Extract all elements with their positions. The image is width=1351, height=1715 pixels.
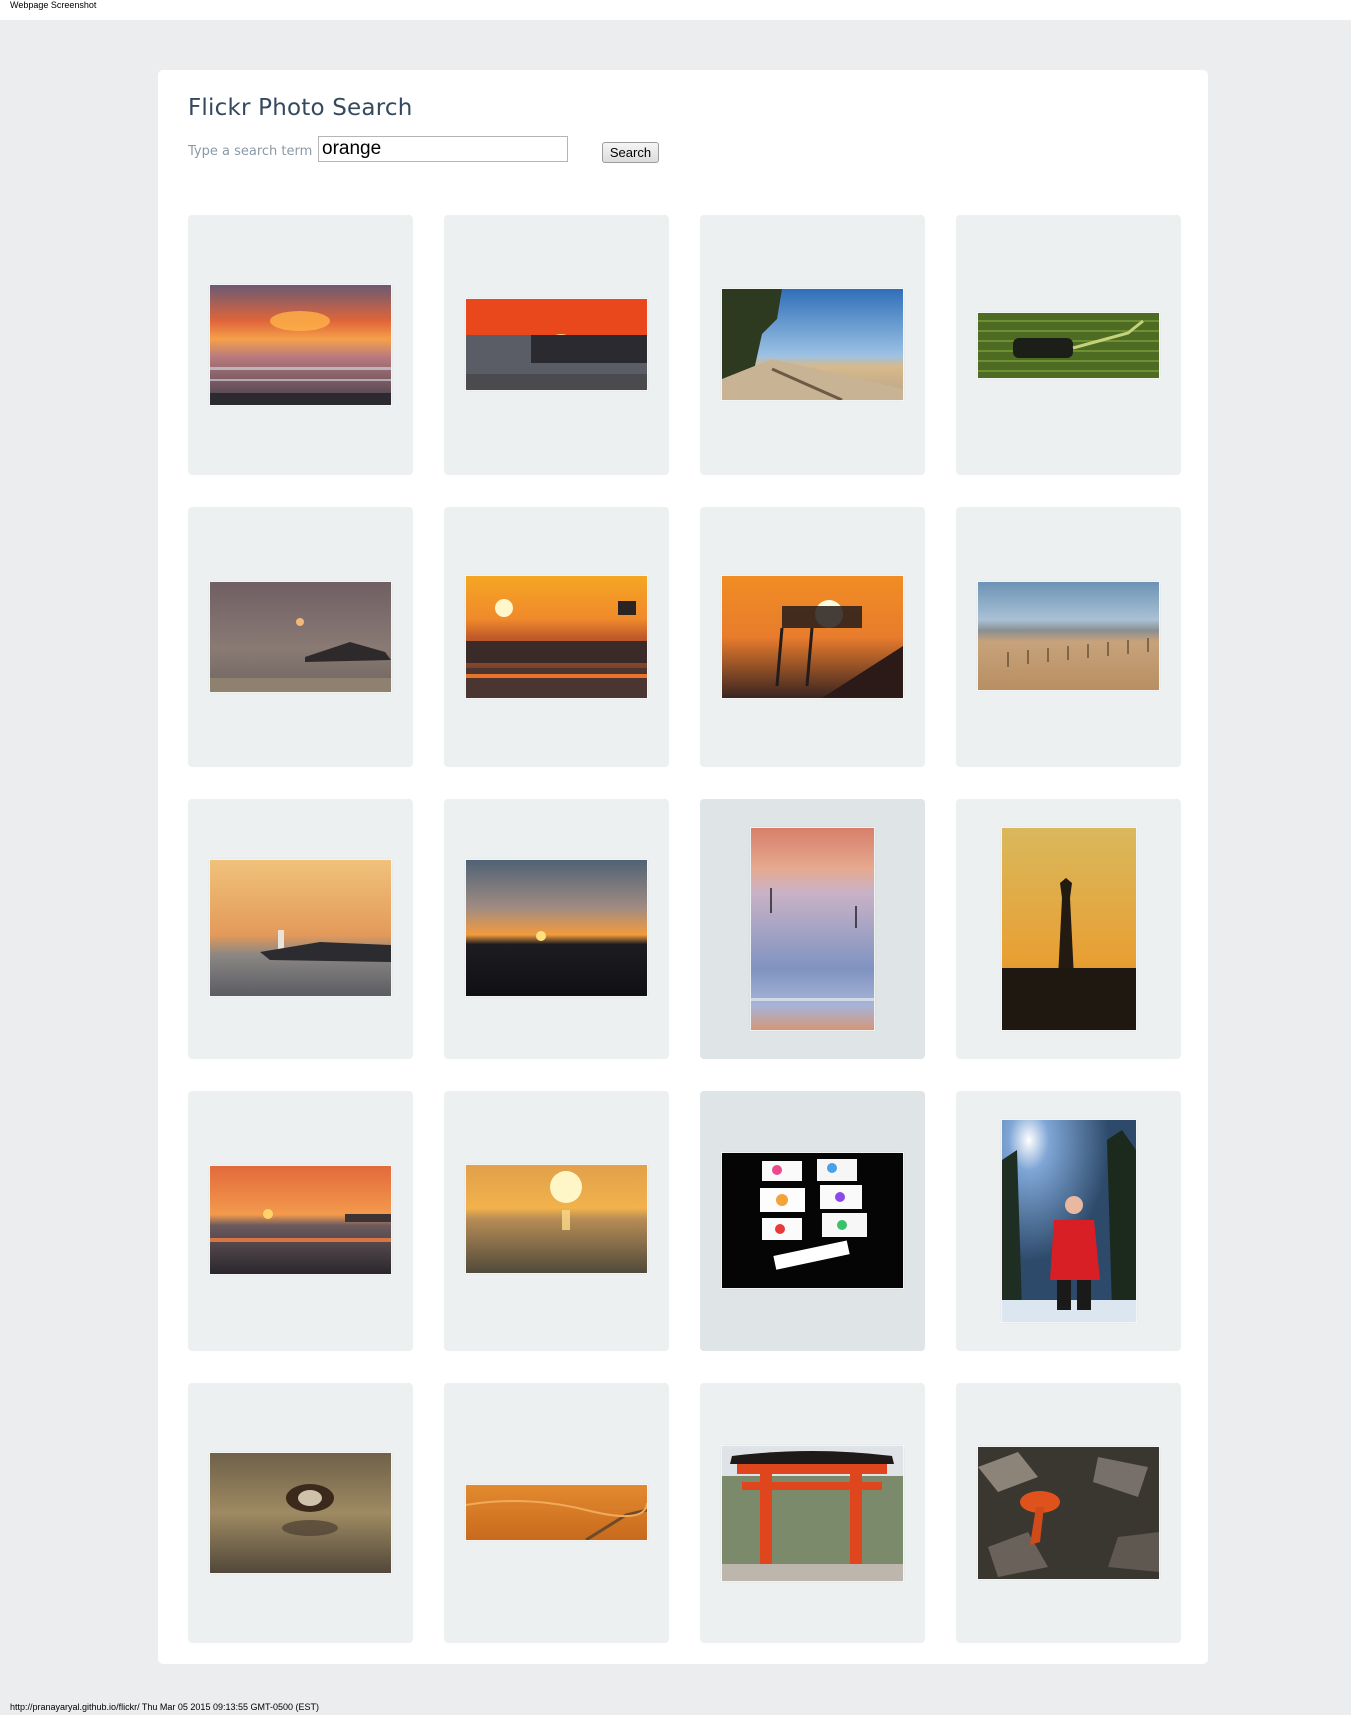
result-tile[interactable] [956,1383,1181,1643]
result-tile[interactable] [444,1091,669,1351]
browser-title: Webpage Screenshot [10,0,97,10]
photo-pastel-sea-buoy[interactable] [751,828,874,1030]
result-tile[interactable] [188,1383,413,1643]
photo-hazy-sunrise-fishing-hut[interactable] [210,582,391,692]
result-tile[interactable] [188,507,413,767]
search-input[interactable] [318,136,568,162]
result-tile[interactable] [188,215,413,475]
result-tile[interactable] [444,799,669,1059]
photo-orange-desert[interactable] [466,1485,647,1540]
page-title: Flickr Photo Search [188,95,413,121]
photo-sunset-harbor[interactable] [210,1166,391,1274]
search-label: Type a search term [188,144,313,159]
result-tile[interactable] [700,1383,925,1643]
result-tile[interactable] [700,215,925,475]
photo-sunset-sea-clouds[interactable] [210,285,391,405]
photo-colorful-cards[interactable] [722,1153,903,1288]
photo-pine-beach[interactable] [722,289,903,400]
photo-red-sunset-pier[interactable] [466,299,647,390]
browser-bar: Webpage Screenshot [0,0,1351,20]
footer-url: http://pranayaryal.github.io/flickr/ Thu… [10,1702,319,1712]
photo-beach-fence[interactable] [978,582,1159,690]
result-tile[interactable] [700,507,925,767]
photo-lighthouse-dusk[interactable] [210,860,391,996]
photo-green-fabric-object[interactable] [978,313,1159,378]
result-tile[interactable] [188,799,413,1059]
photo-golden-sun-beach[interactable] [466,1165,647,1273]
result-tile[interactable] [956,507,1181,767]
photo-duck-water[interactable] [210,1453,391,1573]
photo-orange-mushroom[interactable] [978,1447,1159,1579]
photo-torii-gate[interactable] [722,1446,903,1581]
photo-sun-fishing-hut[interactable] [466,576,647,698]
photo-sun-fishing-cabin[interactable] [722,576,903,698]
result-tile[interactable] [700,799,925,1059]
result-tile[interactable] [444,215,669,475]
result-tile[interactable] [444,507,669,767]
photo-lighthouse-silhouette[interactable] [1002,828,1136,1030]
result-tile[interactable] [188,1091,413,1351]
result-tile[interactable] [956,215,1181,475]
result-tile[interactable] [956,1091,1181,1351]
result-tile[interactable] [700,1091,925,1351]
photo-sunset-horizon[interactable] [466,860,647,996]
photo-man-red-jacket-forest[interactable] [1002,1120,1136,1322]
search-button[interactable]: Search [602,142,659,163]
result-tile[interactable] [444,1383,669,1643]
main-card: Flickr Photo Search Type a search term S… [158,70,1208,1664]
result-tile[interactable] [956,799,1181,1059]
